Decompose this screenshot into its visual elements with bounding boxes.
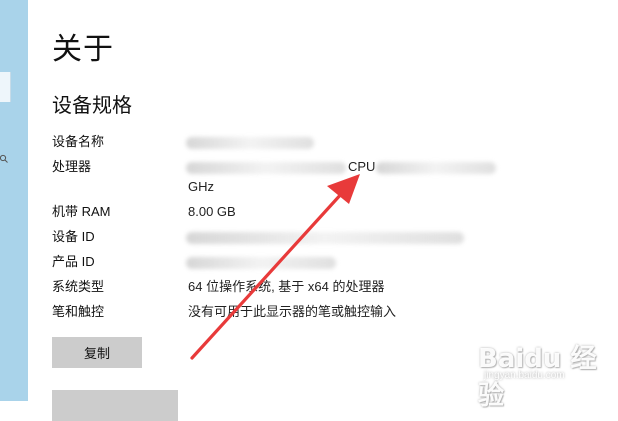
spec-row-product-id: 产品 ID: [52, 251, 572, 273]
spec-label: 设备 ID: [52, 229, 95, 244]
spec-label: 产品 ID: [52, 254, 95, 269]
spec-value: 没有可用于此显示器的笔或触控输入: [188, 304, 397, 319]
spec-row-processor: 处理器 CPU GHz: [52, 156, 572, 200]
spec-value: 8.00 GB: [188, 204, 236, 219]
redacted-value: [186, 162, 346, 174]
search-icon: [0, 154, 8, 163]
watermark-sub: jingyan.baidu.com: [484, 370, 565, 381]
page-title: 关于: [52, 33, 114, 66]
spec-row-pen-touch: 笔和触控 没有可用于此显示器的笔或触控输入: [52, 301, 572, 323]
spec-label: 设备名称: [52, 134, 105, 149]
copy-button[interactable]: 复制: [52, 337, 142, 368]
section-title-device-specs: 设备规格: [52, 95, 132, 117]
redacted-value: [186, 137, 314, 149]
spec-row-device-name: 设备名称: [52, 131, 572, 153]
spec-value-line2: GHz: [188, 179, 214, 194]
spec-label: 处理器: [52, 159, 92, 174]
rename-pc-button[interactable]: [52, 390, 178, 421]
sidebar-search-box[interactable]: [0, 72, 11, 163]
redacted-value: [376, 162, 496, 174]
spec-value: CPU: [348, 159, 376, 174]
redacted-value: [186, 257, 336, 269]
spec-row-ram: 机带 RAM 8.00 GB: [52, 201, 572, 223]
spec-label: 笔和触控: [52, 304, 105, 319]
redacted-value: [186, 232, 464, 244]
spec-row-device-id: 设备 ID: [52, 226, 572, 248]
spec-value: 64 位操作系统, 基于 x64 的处理器: [188, 279, 385, 294]
sidebar-strip: [0, 0, 28, 401]
spec-row-system-type: 系统类型 64 位操作系统, 基于 x64 的处理器: [52, 276, 572, 298]
spec-label: 机带 RAM: [52, 204, 111, 219]
spec-label: 系统类型: [52, 279, 105, 294]
baidu-watermark: Baidu 经验 jingyan.baidu.com: [478, 338, 608, 411]
